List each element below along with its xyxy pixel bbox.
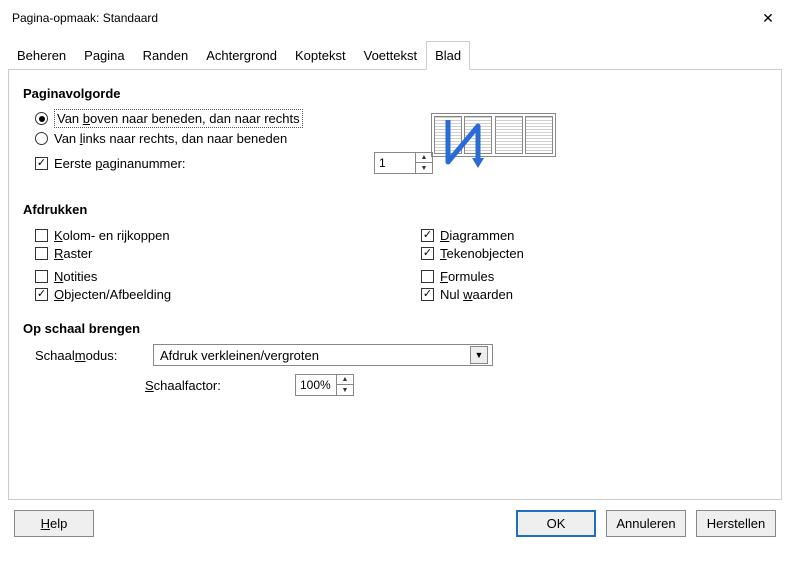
check-tekenobjecten[interactable] xyxy=(421,247,434,260)
scale-mode-select[interactable]: Afdruk verkleinen/vergroten ▼ xyxy=(153,344,493,366)
reset-button[interactable]: Herstellen xyxy=(696,510,776,537)
first-page-spinner[interactable]: ▲ ▼ xyxy=(374,152,433,174)
tab-voettekst[interactable]: Voettekst xyxy=(355,41,426,70)
check-nulwaarden[interactable] xyxy=(421,288,434,301)
section-scale-title: Op schaal brengen xyxy=(23,321,767,336)
page-order-illustration xyxy=(431,113,556,157)
ok-button[interactable]: OK xyxy=(516,510,596,537)
mini-page-icon xyxy=(464,116,492,154)
panel-blad: Paginavolgorde Van boven naar beneden, d… xyxy=(8,70,782,500)
help-button[interactable]: Help xyxy=(14,510,94,537)
radio-top-down-label: Van boven naar beneden, dan naar rechts xyxy=(54,109,303,128)
cancel-button[interactable]: Annuleren xyxy=(606,510,686,537)
radio-left-right[interactable] xyxy=(35,132,48,145)
spinner-up-icon[interactable]: ▲ xyxy=(416,153,432,163)
check-nulwaarden-label: Nul waarden xyxy=(440,287,513,302)
check-objecten[interactable] xyxy=(35,288,48,301)
check-notities[interactable] xyxy=(35,270,48,283)
check-notities-label: Notities xyxy=(54,269,97,284)
check-raster[interactable] xyxy=(35,247,48,260)
scale-factor-input[interactable] xyxy=(296,375,336,395)
check-objecten-label: Objecten/Afbeelding xyxy=(54,287,171,302)
radio-left-right-label: Van links naar rechts, dan naar beneden xyxy=(54,131,287,146)
check-diagrammen[interactable] xyxy=(421,229,434,242)
scale-mode-label: Schaalmodus: xyxy=(35,348,145,363)
chevron-down-icon[interactable]: ▼ xyxy=(470,346,488,364)
radio-top-down[interactable] xyxy=(35,112,48,125)
check-formules[interactable] xyxy=(421,270,434,283)
window-title: Pagina-opmaak: Standaard xyxy=(12,11,158,25)
first-page-input[interactable] xyxy=(375,153,415,173)
scale-mode-value: Afdruk verkleinen/vergroten xyxy=(160,348,319,363)
tab-koptekst[interactable]: Koptekst xyxy=(286,41,355,70)
check-diagrammen-label: Diagrammen xyxy=(440,228,514,243)
mini-page-icon xyxy=(495,116,523,154)
tab-bar: Beheren Pagina Randen Achtergrond Koptek… xyxy=(8,36,782,70)
first-page-label: Eerste paginanummer: xyxy=(54,156,374,171)
tab-randen[interactable]: Randen xyxy=(134,41,198,70)
check-kolom-label: Kolom- en rijkoppen xyxy=(54,228,170,243)
check-formules-label: Formules xyxy=(440,269,494,284)
tab-achtergrond[interactable]: Achtergrond xyxy=(197,41,286,70)
check-first-page[interactable] xyxy=(35,157,48,170)
tab-beheren[interactable]: Beheren xyxy=(8,41,75,70)
section-print-title: Afdrukken xyxy=(23,202,767,217)
spinner-up-icon[interactable]: ▲ xyxy=(337,375,353,385)
tab-blad[interactable]: Blad xyxy=(426,41,470,70)
scale-factor-spinner[interactable]: ▲ ▼ xyxy=(295,374,354,396)
mini-page-icon xyxy=(525,116,553,154)
mini-page-icon xyxy=(434,116,462,154)
close-icon[interactable]: ✕ xyxy=(758,8,778,28)
scale-factor-label: Schaalfactor: xyxy=(145,378,295,393)
tab-pagina[interactable]: Pagina xyxy=(75,41,133,70)
spinner-down-icon[interactable]: ▼ xyxy=(337,385,353,395)
section-page-order-title: Paginavolgorde xyxy=(23,86,767,101)
check-tekenobjecten-label: Tekenobjecten xyxy=(440,246,524,261)
spinner-down-icon[interactable]: ▼ xyxy=(416,163,432,173)
check-raster-label: Raster xyxy=(54,246,92,261)
check-kolom[interactable] xyxy=(35,229,48,242)
